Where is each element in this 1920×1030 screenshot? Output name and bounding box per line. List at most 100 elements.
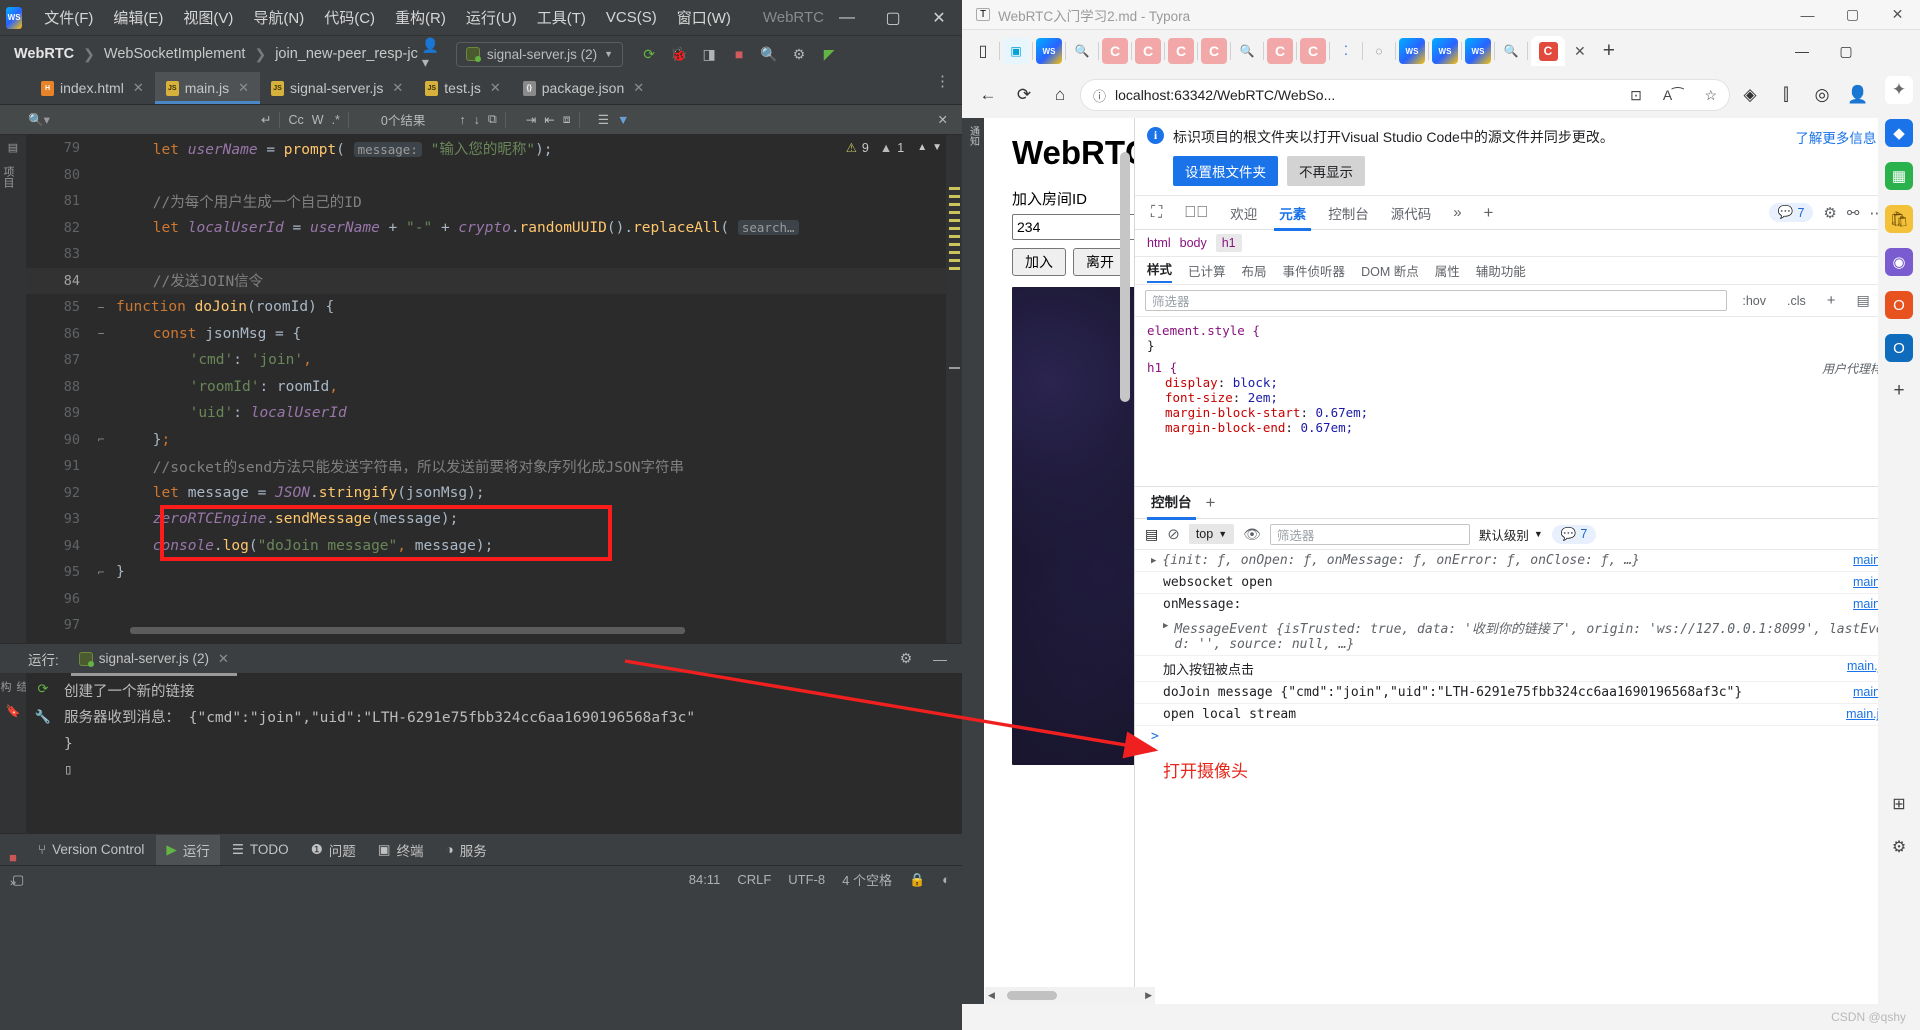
fold-gutter-icon[interactable]: − xyxy=(92,301,110,314)
wrench-icon[interactable]: 🔧 xyxy=(35,709,51,725)
console-prompt-row[interactable]: > xyxy=(1135,726,1920,747)
read-aloud-icon[interactable]: A⁀ xyxy=(1663,87,1684,104)
close-icon[interactable]: ✕ xyxy=(392,80,403,96)
expand-arrow-icon[interactable]: ▶ xyxy=(1151,553,1156,566)
more-tab-icon[interactable]: ⁚ xyxy=(1333,38,1359,64)
ide-close-button[interactable]: ✕ xyxy=(916,1,962,35)
scroll-left-icon[interactable]: ◀ xyxy=(988,990,995,1001)
minimize-panel-icon[interactable]: — xyxy=(930,649,950,669)
run-icon[interactable]: ⟳ xyxy=(639,44,659,64)
close-tab-icon[interactable]: ✕ xyxy=(1568,43,1592,60)
learn-more-link[interactable]: 了解更多信息 xyxy=(1795,127,1876,147)
csdn-tab-icon[interactable]: C xyxy=(1300,38,1326,64)
expand-arrow-icon[interactable]: ▶ xyxy=(1163,618,1168,652)
code-line[interactable]: 87 'cmd': 'join', xyxy=(26,347,962,374)
webstorm-tab-icon[interactable]: WS xyxy=(1399,38,1425,64)
inspection-widget[interactable]: ⚠ 9 ▲ 1 ▲ ▼ xyxy=(846,140,942,156)
close-icon[interactable]: ✕ xyxy=(490,80,501,96)
search-tab-icon[interactable]: 🔍 xyxy=(1234,38,1260,64)
code-line[interactable]: 94 console.log("doJoin message", message)… xyxy=(26,533,962,560)
caret-position[interactable]: 84:11 xyxy=(689,872,721,887)
menu-item-navigate[interactable]: 导航(N) xyxy=(243,3,314,32)
find-match-case-toggle[interactable]: Cc xyxy=(288,113,303,127)
info-circle-icon[interactable]: ⓘ xyxy=(1093,86,1106,105)
css-value[interactable]: 2em; xyxy=(1248,390,1278,405)
css-property[interactable]: margin-block-start xyxy=(1165,405,1300,420)
file-encoding[interactable]: UTF-8 xyxy=(788,872,825,887)
console-log-row[interactable]: onMessage: main.js:50 ▶ MessageEvent {is… xyxy=(1135,594,1920,656)
menu-item-window[interactable]: 窗口(W) xyxy=(667,3,741,32)
console-log-row[interactable]: 加入按钮被点击 main.js:118 xyxy=(1135,656,1920,682)
project-toolwindow-label[interactable]: 项目 xyxy=(0,160,16,188)
add-drawer-tab-icon[interactable]: + xyxy=(1206,493,1216,513)
tab-sources[interactable]: 源代码 xyxy=(1382,196,1441,230)
execution-context-selector[interactable]: top ▼ xyxy=(1188,524,1235,544)
stop-icon[interactable]: ■ xyxy=(729,44,749,64)
subtab-dom-breakpoints[interactable]: DOM 断点 xyxy=(1361,261,1419,280)
shield-icon[interactable]: ◆ xyxy=(1885,119,1913,147)
subtab-event-listeners[interactable]: 事件侦听器 xyxy=(1283,261,1346,280)
web-page-viewport[interactable]: WebRTC demo 加入房间ID 234 加入 离开 xyxy=(984,118,1134,1004)
add-sidebar-icon[interactable]: + xyxy=(1885,377,1913,405)
menu-item-tools[interactable]: 工具(T) xyxy=(527,3,596,32)
run-console-output[interactable]: 结构 🔖 ■ » ⟳ 🔧 创建了一个新的链接 服务器收到消息： {"cmd":"… xyxy=(0,673,962,889)
clear-console-icon[interactable]: ⊘ xyxy=(1167,525,1180,543)
local-video-element[interactable] xyxy=(1012,287,1134,766)
csdn-tab-icon[interactable]: C xyxy=(1201,38,1227,64)
styles-filter-input[interactable]: 筛选器 xyxy=(1145,290,1728,311)
code-line[interactable]: 97 xyxy=(26,612,962,639)
typora-minimize-button[interactable]: — xyxy=(1785,0,1830,29)
code-line[interactable]: 83 xyxy=(26,241,962,268)
live-expression-icon[interactable]: 👁 xyxy=(1243,526,1261,543)
line-separator[interactable]: CRLF xyxy=(737,872,771,887)
cls-toggle[interactable]: .cls xyxy=(1781,291,1812,311)
structure-icon[interactable]: ▤ xyxy=(0,135,26,154)
subtab-properties[interactable]: 属性 xyxy=(1435,261,1460,280)
toolwindow-version-control[interactable]: ⑂ Version Control xyxy=(28,837,154,862)
ide-maximize-button[interactable]: ▢ xyxy=(870,1,916,35)
theme-icon[interactable]: ◐ xyxy=(942,872,950,887)
webstorm-tab-icon[interactable]: WS xyxy=(1036,38,1062,64)
css-value[interactable]: 0.67em; xyxy=(1300,420,1353,435)
toolwindow-todo[interactable]: ☰ TODO xyxy=(222,837,299,863)
breadcrumb-subfolder[interactable]: join_new-peer_resp-jc xyxy=(275,46,418,62)
close-icon[interactable]: ✕ xyxy=(238,80,249,96)
home-icon[interactable]: ⌂ xyxy=(1044,79,1076,111)
debug-icon[interactable]: 🐞 xyxy=(669,44,689,64)
hov-toggle[interactable]: :hov xyxy=(1736,291,1772,311)
file-tab-main-js[interactable]: JS main.js ✕ xyxy=(154,72,261,104)
code-line[interactable]: 91 //socket的send方法只能发送字符串，所以发送前要将对象序列化成JS… xyxy=(26,453,962,480)
file-tab-index-html[interactable]: H index.html ✕ xyxy=(30,72,155,104)
toolwindow-run[interactable]: ▶ 运行 xyxy=(156,834,220,865)
room-id-input[interactable]: 234 xyxy=(1012,214,1134,241)
fold-gutter-icon[interactable]: ⌐ xyxy=(92,566,110,579)
bilibili-tab-icon[interactable]: ▣ xyxy=(1003,38,1029,64)
find-close-icon[interactable]: ✕ xyxy=(938,112,962,127)
new-tab-icon[interactable]: + xyxy=(1595,39,1623,63)
code-line[interactable]: 84 //发送JOIN信令 xyxy=(26,267,962,294)
menu-item-edit[interactable]: 编辑(E) xyxy=(103,3,173,32)
menu-item-refactor[interactable]: 重构(R) xyxy=(385,3,456,32)
tab-elements[interactable]: 元素 xyxy=(1270,196,1315,231)
csdn-tab-icon[interactable]: C xyxy=(1135,38,1161,64)
css-property[interactable]: display xyxy=(1165,375,1218,390)
csdn-tab-icon[interactable]: C xyxy=(1267,38,1293,64)
find-prev-occurrence-icon[interactable]: ⇤ xyxy=(544,112,554,127)
close-icon[interactable]: ✕ xyxy=(218,651,229,667)
find-preserve-case-icon[interactable]: ⧈ xyxy=(563,112,571,127)
toggle-toolwindows-icon[interactable]: ▢ xyxy=(12,872,24,888)
code-line[interactable]: 88 'roomId': roomId, xyxy=(26,374,962,401)
reload-icon[interactable]: ⟳ xyxy=(1008,79,1040,111)
code-line[interactable]: 93 zeroRTCEngine.sendMessage(message); xyxy=(26,506,962,533)
dom-crumb-h1[interactable]: h1 xyxy=(1215,234,1242,252)
editor-horizontal-scrollbar[interactable] xyxy=(130,627,685,634)
css-value[interactable]: 0.67em; xyxy=(1316,405,1369,420)
find-words-toggle[interactable]: W xyxy=(312,113,324,127)
device-toolbar-icon[interactable]: ▯⃞ xyxy=(1175,197,1217,229)
find-input[interactable]: 🔍▾ xyxy=(28,109,253,130)
message-count-badge[interactable]: 💬 7 xyxy=(1768,203,1814,222)
typora-close-button[interactable]: ✕ xyxy=(1875,0,1920,29)
code-line[interactable]: 86− const jsonMsg = { xyxy=(26,321,962,348)
find-in-selection-icon[interactable]: ⇥ xyxy=(526,112,536,127)
breadcrumb-project[interactable]: WebRTC xyxy=(14,46,74,62)
